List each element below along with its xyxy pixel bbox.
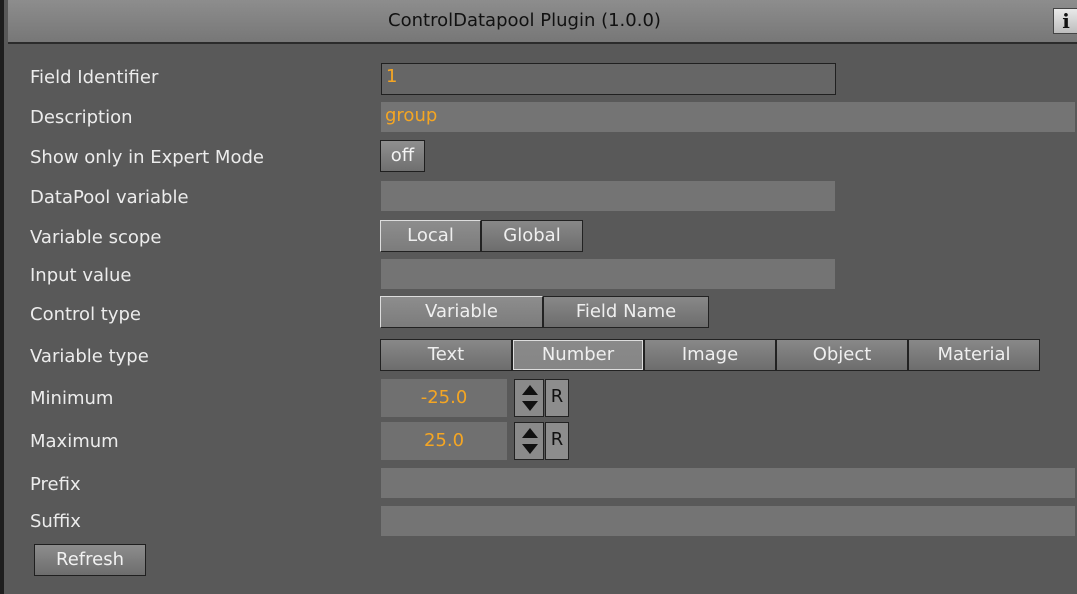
info-button[interactable]: i — [1053, 8, 1077, 34]
variable-type-object-option[interactable]: Object — [776, 339, 908, 371]
variable-scope-label: Variable scope — [30, 227, 162, 248]
suffix-input[interactable] — [381, 506, 1075, 536]
variable-type-number-option[interactable]: Number — [512, 339, 644, 371]
variable-type-segmented-control: Text Number Image Object Material — [380, 339, 1040, 371]
field-identifier-label: Field Identifier — [30, 67, 159, 88]
suffix-label: Suffix — [30, 511, 81, 532]
minimum-label: Minimum — [30, 388, 114, 409]
datapool-variable-label: DataPool variable — [30, 187, 189, 208]
input-value-label: Input value — [30, 265, 132, 286]
expert-mode-label: Show only in Expert Mode — [30, 147, 264, 168]
minimum-stepper[interactable] — [514, 379, 544, 417]
refresh-button[interactable]: Refresh — [34, 544, 146, 576]
field-identifier-input[interactable]: 1 — [381, 63, 836, 95]
maximum-reset-button[interactable]: R — [545, 422, 569, 460]
expert-mode-toggle[interactable]: off — [380, 140, 425, 172]
control-type-field-name-option[interactable]: Field Name — [543, 296, 709, 328]
input-value-input[interactable] — [381, 259, 835, 289]
variable-scope-local-option[interactable]: Local — [380, 220, 481, 252]
prefix-input[interactable] — [381, 468, 1075, 498]
control-type-label: Control type — [30, 304, 141, 325]
up-arrow-icon — [522, 428, 538, 438]
title-bar: ControlDatapool Plugin (1.0.0) i — [8, 0, 1077, 44]
variable-type-text-option[interactable]: Text — [380, 339, 512, 371]
down-arrow-icon — [522, 401, 538, 411]
maximum-label: Maximum — [30, 431, 119, 452]
up-arrow-icon — [522, 385, 538, 395]
description-label: Description — [30, 107, 133, 128]
variable-type-label: Variable type — [30, 346, 149, 367]
variable-scope-segmented-control: Local Global — [380, 220, 583, 252]
maximum-input[interactable]: 25.0 — [381, 422, 507, 460]
prefix-label: Prefix — [30, 474, 81, 495]
variable-type-image-option[interactable]: Image — [644, 339, 776, 371]
datapool-variable-input[interactable] — [381, 181, 835, 211]
minimum-input[interactable]: -25.0 — [381, 379, 507, 417]
control-type-variable-option[interactable]: Variable — [380, 296, 543, 328]
control-datapool-plugin-panel: ControlDatapool Plugin (1.0.0) i Field I… — [0, 0, 1077, 594]
variable-type-material-option[interactable]: Material — [908, 339, 1040, 371]
down-arrow-icon — [522, 444, 538, 454]
control-type-segmented-control: Variable Field Name — [380, 296, 709, 328]
variable-scope-global-option[interactable]: Global — [481, 220, 583, 252]
maximum-stepper[interactable] — [514, 422, 544, 460]
window-title: ControlDatapool Plugin (1.0.0) — [388, 10, 661, 31]
minimum-reset-button[interactable]: R — [545, 379, 569, 417]
description-input[interactable]: group — [381, 102, 1075, 132]
